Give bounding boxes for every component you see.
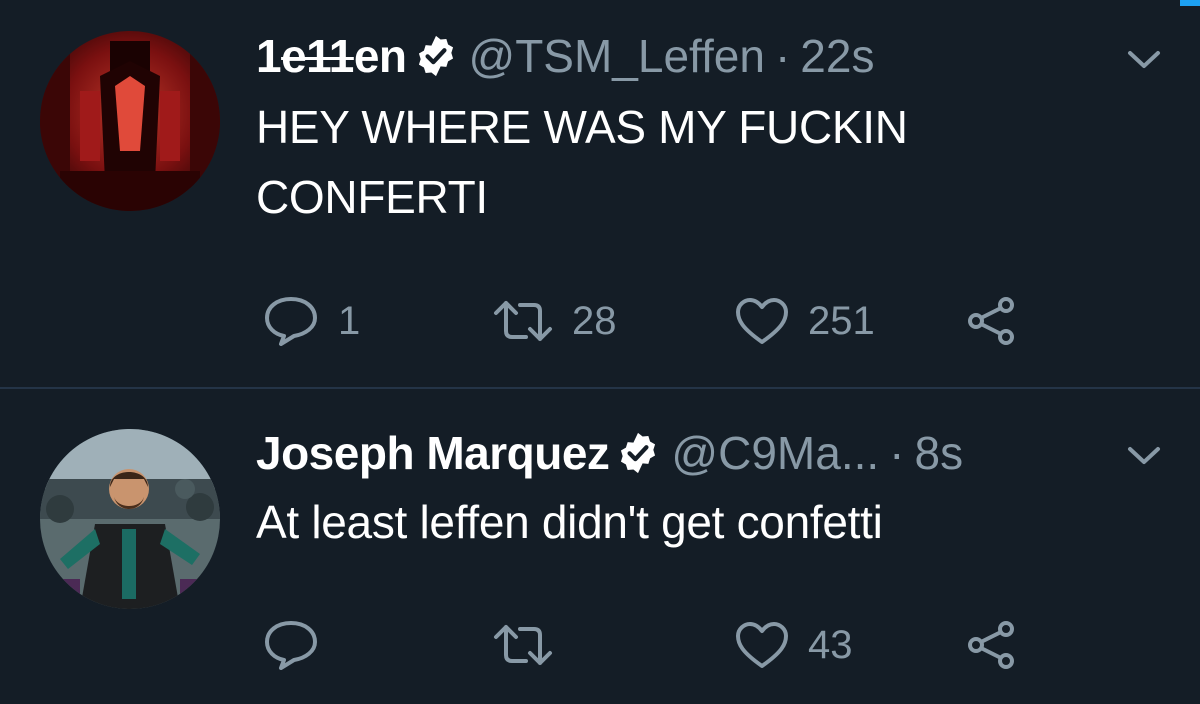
retweet-count: 28 [572, 298, 617, 343]
timeline: 1e11en @TSM_Leffen · 22s HEY WHERE WAS M… [0, 0, 1200, 704]
like-count: 251 [808, 298, 875, 343]
avatar[interactable] [40, 31, 220, 211]
reply-count: 1 [338, 298, 361, 343]
handle[interactable]: @C9Ma... [671, 425, 879, 481]
tweet-text: At least leffen didn't get confetti [256, 496, 883, 548]
verified-icon [615, 430, 661, 476]
tweet[interactable]: 1e11en @TSM_Leffen · 22s HEY WHERE WAS M… [0, 0, 1200, 387]
share-icon [966, 619, 1018, 671]
reply-button[interactable]: 1 [262, 291, 360, 351]
timestamp[interactable]: 8s [915, 425, 964, 481]
chevron-down-icon[interactable] [1124, 48, 1164, 72]
reply-icon [262, 619, 320, 671]
like-button[interactable]: 43 [734, 615, 853, 675]
reply-button[interactable] [262, 615, 338, 675]
tweet-actions: 1 28 251 [256, 291, 1056, 351]
share-button[interactable] [966, 291, 1018, 351]
separator: · [889, 427, 905, 479]
tweet-actions: 43 [256, 615, 1056, 675]
retweet-icon [492, 299, 554, 343]
separator: · [774, 30, 791, 82]
tweet-header: 1e11en @TSM_Leffen · 22s [256, 28, 1090, 84]
like-count: 43 [808, 622, 853, 667]
like-button[interactable]: 251 [734, 291, 875, 351]
verified-icon [413, 33, 459, 79]
share-button[interactable] [966, 615, 1018, 675]
tweet-text: HEY WHERE WAS MY FUCKIN CONFERTI [256, 92, 1090, 232]
avatar[interactable] [40, 429, 220, 609]
tweet-text-line: HEY WHERE WAS MY FUCKIN [256, 101, 908, 153]
retweet-button[interactable]: 28 [492, 291, 617, 351]
like-icon [734, 620, 790, 670]
timestamp[interactable]: 22s [800, 28, 874, 84]
display-name[interactable]: Joseph Marquez [256, 425, 610, 481]
display-name[interactable]: 1e11en [256, 28, 407, 84]
reply-icon [262, 295, 320, 347]
retweet-icon [492, 623, 554, 667]
share-icon [966, 295, 1018, 347]
like-icon [734, 296, 790, 346]
tweet-text-line: CONFERTI [256, 171, 488, 223]
handle[interactable]: @TSM_Leffen [469, 28, 765, 84]
tweet-header: Joseph Marquez @C9Ma... · 8s [256, 425, 1090, 481]
chevron-down-icon[interactable] [1124, 444, 1164, 468]
tweet[interactable]: Joseph Marquez @C9Ma... · 8s At least le… [0, 389, 1200, 704]
retweet-button[interactable] [492, 615, 572, 675]
